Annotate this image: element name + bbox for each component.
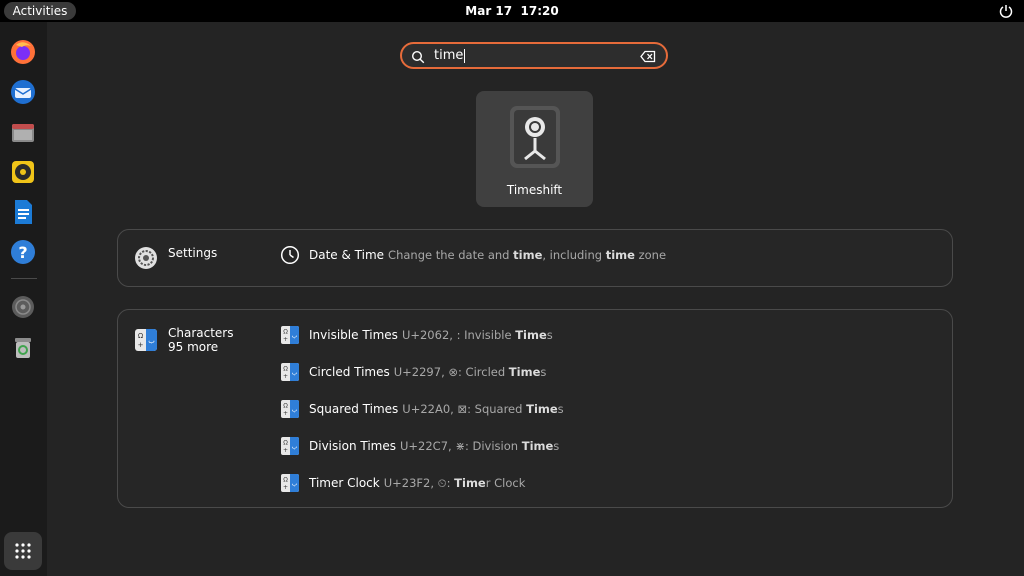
character-icon: Ω + ب	[280, 436, 300, 456]
rhythmbox-icon[interactable]	[8, 157, 38, 187]
svg-text:+: +	[283, 484, 288, 491]
svg-text:+: +	[283, 336, 288, 343]
character-icon: Ω + ب	[280, 362, 300, 382]
result-title: Invisible Times	[309, 328, 398, 342]
dock: ?	[0, 22, 47, 576]
svg-text:Ω: Ω	[138, 332, 144, 340]
result-text: Circled Times U+2297, ⊗: Circled Times	[309, 365, 546, 379]
trash-icon[interactable]	[8, 332, 38, 362]
result-text: Date & Time Change the date and time, inc…	[309, 248, 666, 262]
svg-text:Ω: Ω	[283, 440, 288, 447]
search-query: time	[434, 48, 464, 63]
provider-settings-label: Settings	[168, 246, 218, 260]
result-description: U+22C7, ⋇: Division Times	[399, 439, 560, 453]
result-title: Circled Times	[309, 365, 390, 379]
svg-text:ب: ب	[292, 333, 298, 340]
search-input[interactable]: time	[400, 42, 668, 69]
power-icon[interactable]	[998, 3, 1014, 19]
provider-characters-label: Characters	[168, 326, 234, 340]
svg-text:ب: ب	[292, 444, 298, 451]
result-description: U+23F2, ⏲: Timer Clock	[383, 476, 526, 490]
characters-icon: Ω + ب	[135, 329, 157, 351]
svg-text:?: ?	[18, 243, 27, 262]
dock-separator	[11, 278, 37, 279]
result-text: Division Times U+22C7, ⋇: Division Times	[309, 439, 559, 453]
svg-text:Ω: Ω	[283, 329, 288, 336]
result-description: U+22A0, ⊠: Squared Times	[402, 402, 564, 416]
timeshift-icon	[510, 106, 560, 168]
svg-text:ب: ب	[292, 407, 298, 414]
character-icon: Ω + ب	[280, 325, 300, 345]
character-icon: Ω + ب	[280, 399, 300, 419]
result-title: Timer Clock	[309, 476, 380, 490]
disc-icon[interactable]	[8, 292, 38, 322]
character-icon: Ω + ب	[280, 473, 300, 493]
search-icon	[411, 50, 425, 64]
show-apps-icon	[15, 543, 31, 559]
result-title: Date & Time	[309, 248, 385, 262]
clock-time[interactable]: 17:20	[521, 4, 559, 18]
result-description: U+2297, ⊗: Circled Times	[393, 365, 547, 379]
more-results-count[interactable]: 95 more	[168, 340, 218, 354]
result-description: Change the date and time, including time…	[388, 248, 667, 262]
top-bar: Activities Mar 17 17:20	[0, 0, 1024, 22]
text-caret	[464, 48, 466, 63]
result-description: U+2062, : Invisible Times	[401, 328, 553, 342]
svg-text:Ω: Ω	[283, 477, 288, 484]
svg-text:ب: ب	[148, 337, 155, 345]
svg-text:+: +	[283, 410, 288, 417]
show-apps-button[interactable]	[4, 532, 42, 570]
writer-icon[interactable]	[8, 197, 38, 227]
svg-text:Ω: Ω	[283, 366, 288, 373]
files-icon[interactable]	[8, 117, 38, 147]
activities-button[interactable]: Activities	[4, 2, 76, 20]
clock-date[interactable]: Mar 17	[465, 4, 512, 18]
clock-icon	[280, 245, 300, 265]
help-icon[interactable]: ?	[8, 237, 38, 267]
svg-text:Ω: Ω	[283, 403, 288, 410]
result-text: Timer Clock U+23F2, ⏲: Timer Clock	[309, 476, 525, 491]
characters-results-panel: Ω + ب Characters 95 more Ω + ب Invisible Ti…	[117, 309, 953, 508]
search-text: time	[434, 44, 466, 67]
svg-text:+: +	[283, 373, 288, 380]
app-label: Timeshift	[506, 183, 563, 197]
settings-results-panel: Settings Date & Time Change the date and …	[117, 229, 953, 287]
result-text: Invisible Times U+2062, : Invisible Times	[309, 328, 553, 342]
svg-text:ب: ب	[292, 481, 298, 488]
svg-text:+: +	[138, 341, 144, 349]
clock: Mar 17 17:20	[0, 0, 1024, 22]
result-text: Squared Times U+22A0, ⊠: Squared Times	[309, 402, 564, 416]
settings-icon	[135, 247, 157, 269]
svg-text:+: +	[283, 447, 288, 454]
firefox-icon[interactable]	[8, 37, 38, 67]
app-result-timeshift[interactable]: Timeshift	[476, 91, 593, 207]
result-title: Division Times	[309, 439, 396, 453]
result-title: Squared Times	[309, 402, 399, 416]
clear-search-icon[interactable]	[640, 50, 656, 63]
thunderbird-icon[interactable]	[8, 77, 38, 107]
svg-text:ب: ب	[292, 370, 298, 377]
